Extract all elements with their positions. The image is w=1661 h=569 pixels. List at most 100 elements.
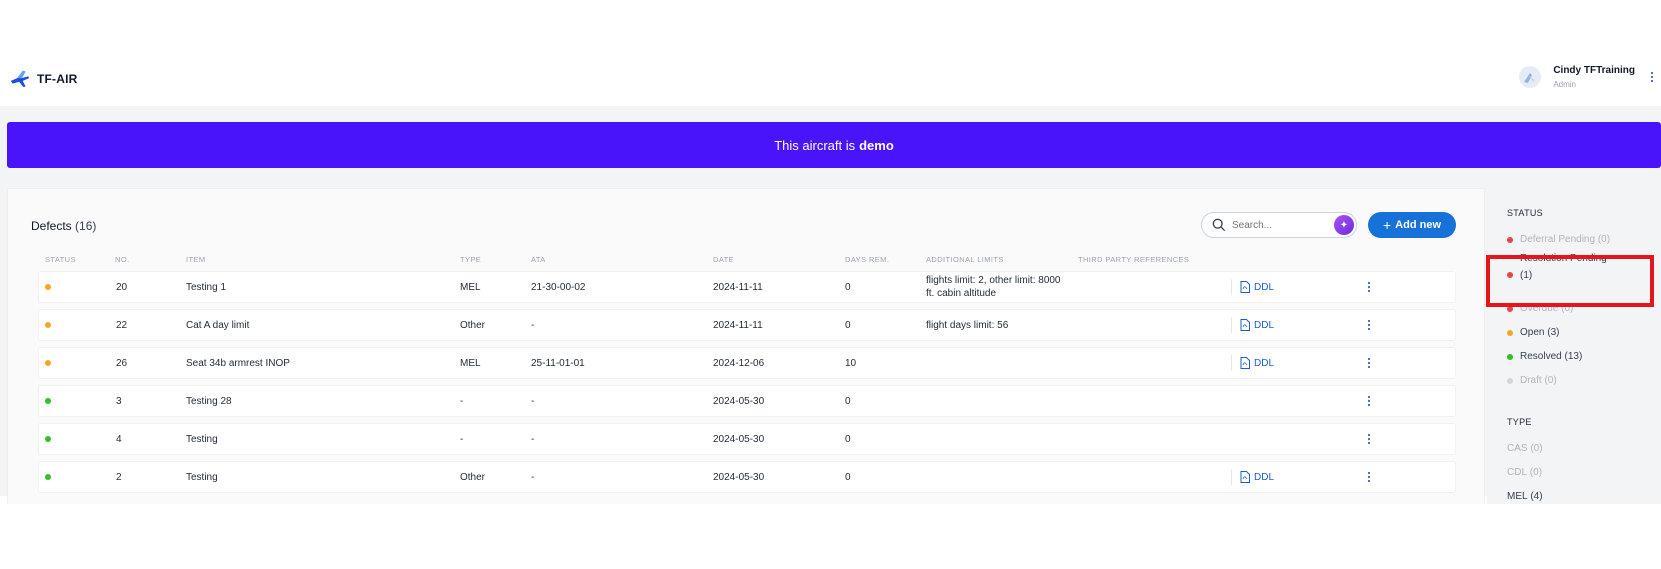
status-cell: [45, 424, 51, 454]
status-cell: [45, 462, 51, 492]
top-header: TF-AIR Cindy TFTraining Admin: [0, 56, 1661, 106]
col-no[interactable]: NO.: [115, 255, 130, 264]
type-cell: MEL: [460, 357, 481, 369]
banner-text: This aircraft is: [774, 137, 856, 153]
ddl-link[interactable]: DDL: [1231, 310, 1274, 340]
status-dot: [45, 284, 51, 290]
filter-label: Draft: [1520, 375, 1542, 386]
airplane-icon: [10, 70, 30, 88]
item-cell: Testing: [186, 471, 218, 483]
filter-type-cdl[interactable]: CDL (0): [1507, 467, 1542, 478]
row-more-icon[interactable]: [1364, 310, 1374, 340]
ddl-link[interactable]: DDL: [1231, 462, 1274, 492]
defects-count: (16): [75, 219, 97, 233]
ata-cell: -: [531, 471, 535, 483]
ddl-link[interactable]: DDL: [1231, 348, 1274, 378]
status-dot: [45, 474, 51, 480]
pdf-file-icon: [1240, 357, 1250, 369]
status-cell: [45, 386, 51, 416]
table-row[interactable]: 2 Testing Other - 2024-05-30 0 DDL: [38, 461, 1456, 493]
filter-type-cas[interactable]: CAS (0): [1507, 443, 1543, 454]
status-dot: [1507, 353, 1513, 360]
add-new-button[interactable]: + Add new: [1368, 212, 1456, 238]
user-menu[interactable]: Cindy TFTraining Admin: [1519, 64, 1661, 90]
ddl-link[interactable]: DDL: [1231, 272, 1274, 302]
status-dot: [45, 360, 51, 366]
limits-line: flight days limit: 56: [926, 319, 1009, 331]
status-cell: [45, 348, 51, 378]
pdf-file-icon: [1240, 281, 1250, 293]
no-cell: 2: [116, 471, 122, 483]
date-cell: 2024-12-06: [713, 357, 765, 369]
days-remaining-cell: 0: [845, 433, 851, 445]
no-cell: 4: [116, 433, 122, 445]
filter-open[interactable]: Open (3): [1507, 327, 1559, 338]
table-row[interactable]: 22 Cat A day limit Other - 2024-11-11 0 flight…: [38, 309, 1456, 341]
type-heading: TYPE: [1507, 417, 1532, 427]
avatar-icon: [1524, 73, 1536, 83]
ai-sparkle-icon[interactable]: ✦: [1334, 215, 1354, 235]
filter-count: (13): [1564, 351, 1583, 362]
banner-emphasis: demo: [859, 137, 894, 153]
col-status[interactable]: STATUS: [45, 255, 76, 264]
date-cell: 2024-05-30: [713, 433, 765, 445]
table-row[interactable]: 20 Testing 1 MEL 21-30-00-02 2024-11-11 0 flig…: [38, 271, 1456, 303]
row-more-icon[interactable]: [1364, 462, 1374, 492]
row-more-icon[interactable]: [1364, 348, 1374, 378]
col-additional-limits[interactable]: ADDITIONAL LIMITS: [926, 255, 1004, 264]
table-row[interactable]: 4 Testing - - 2024-05-30 0: [38, 423, 1456, 455]
col-days-remaining[interactable]: DAYS REM.: [845, 255, 889, 264]
ata-cell: -: [531, 395, 535, 407]
additional-limits-cell: flight days limit: 56: [926, 310, 1078, 340]
no-cell: 3: [116, 395, 122, 407]
pdf-file-icon: [1240, 319, 1250, 331]
table-row[interactable]: 3 Testing 28 - - 2024-05-30 0: [38, 385, 1456, 417]
no-cell: 20: [116, 281, 128, 293]
defects-panel: Defects (16) ✦ + Add new STATUS NO. ITEM…: [7, 188, 1485, 504]
date-cell: 2024-05-30: [713, 395, 765, 407]
filter-label: Open: [1520, 327, 1545, 338]
days-remaining-cell: 0: [845, 281, 851, 293]
ata-cell: 25-11-01-01: [531, 357, 585, 369]
filter-deferral-pending[interactable]: Deferral Pending (0): [1507, 234, 1610, 245]
item-cell: Testing: [186, 433, 218, 445]
col-type[interactable]: TYPE: [460, 255, 481, 264]
row-more-icon[interactable]: [1364, 386, 1374, 416]
avatar[interactable]: [1519, 66, 1542, 88]
item-cell: Cat A day limit: [186, 319, 250, 331]
table-row[interactable]: 26 Seat 34b armrest INOP MEL 25-11-01-01 202…: [38, 347, 1456, 379]
user-name: Cindy TFTraining: [1553, 65, 1635, 76]
col-ata[interactable]: ATA: [531, 255, 546, 264]
type-cell: MEL: [460, 281, 481, 293]
status-heading: STATUS: [1507, 208, 1543, 218]
brand[interactable]: TF-AIR: [9, 68, 78, 90]
row-more-icon[interactable]: [1364, 424, 1374, 454]
item-cell: Testing 28: [186, 395, 232, 407]
date-cell: 2024-11-11: [713, 319, 763, 331]
filter-type-mel[interactable]: MEL (4): [1507, 491, 1543, 502]
filter-count: (4): [1530, 491, 1543, 502]
user-role: Admin: [1553, 80, 1577, 89]
search-input[interactable]: [1232, 219, 1328, 231]
status-dot: [45, 436, 51, 442]
additional-limits-cell: [926, 386, 1078, 416]
limits-line: ft. cabin altitude: [926, 288, 997, 299]
filter-count: (0): [1597, 234, 1611, 245]
row-more-icon[interactable]: [1364, 272, 1374, 302]
filter-draft[interactable]: Draft (0): [1507, 375, 1557, 386]
ddl-label: DDL: [1254, 281, 1275, 293]
additional-limits-cell: [926, 424, 1078, 454]
col-third-party-refs[interactable]: THIRD PARTY REFERENCES: [1078, 255, 1189, 264]
col-date[interactable]: DATE: [713, 255, 734, 264]
search-icon: [1212, 218, 1226, 232]
search-box: ✦: [1201, 212, 1357, 238]
col-item[interactable]: ITEM: [186, 255, 206, 264]
ddl-label: DDL: [1254, 319, 1275, 331]
status-dot: [1507, 236, 1513, 243]
ddl-label: DDL: [1254, 357, 1275, 369]
type-cell: Other: [460, 471, 486, 483]
filter-resolved[interactable]: Resolved (13): [1507, 351, 1582, 362]
no-cell: 22: [116, 319, 128, 331]
more-vertical-icon[interactable]: [1643, 64, 1661, 90]
additional-limits-cell: [926, 348, 1078, 378]
